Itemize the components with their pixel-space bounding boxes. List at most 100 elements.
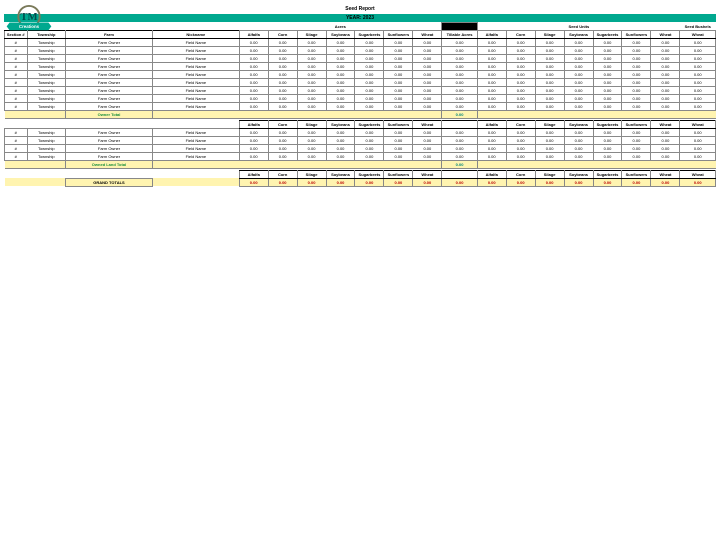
cell-farm: Farm Owner bbox=[66, 102, 153, 110]
col-corn-2: Corn bbox=[506, 170, 535, 178]
report-table: Acres Seed Units Seed Bushels Section #T… bbox=[4, 22, 716, 187]
grand-units: 0.00 bbox=[651, 178, 680, 186]
cell-acres: 0.00 bbox=[297, 102, 326, 110]
cell-pounds: 0.00 bbox=[651, 102, 680, 110]
cell-pounds: 0.00 bbox=[506, 46, 535, 54]
cell-section: # bbox=[5, 54, 28, 62]
cell-tillable: 0.00 bbox=[442, 86, 477, 94]
cell-pounds: 0.00 bbox=[477, 54, 506, 62]
cell-acres: 0.00 bbox=[326, 54, 355, 62]
cell-acres: 0.00 bbox=[268, 54, 297, 62]
group-bushels: Seed Bushels bbox=[680, 23, 716, 31]
cell-acres: 0.00 bbox=[297, 86, 326, 94]
cell-pounds: 0.00 bbox=[593, 128, 622, 136]
cell-bushels: 0.00 bbox=[680, 62, 716, 70]
col-sugarbeets-2: Sugarbeets bbox=[593, 30, 622, 38]
cell-bushels: 0.00 bbox=[680, 128, 716, 136]
cell-nickname: Field Name bbox=[152, 152, 239, 160]
col-sunflowers: Sunflowers bbox=[384, 30, 413, 38]
cell-pounds: 0.00 bbox=[564, 128, 593, 136]
cell-acres: 0.00 bbox=[413, 70, 442, 78]
cell-pounds: 0.00 bbox=[564, 152, 593, 160]
cell-pounds: 0.00 bbox=[622, 38, 651, 46]
cell-pounds: 0.00 bbox=[506, 78, 535, 86]
col-sunflowers: Sunflowers bbox=[384, 120, 413, 128]
cell-pounds: 0.00 bbox=[593, 144, 622, 152]
table-row: #TownshipFarm OwnerField Name0.000.000.0… bbox=[5, 70, 716, 78]
grand-acres: 0.00 bbox=[297, 178, 326, 186]
cell-pounds: 0.00 bbox=[477, 62, 506, 70]
cell-pounds: 0.00 bbox=[564, 144, 593, 152]
cell-pounds: 0.00 bbox=[651, 70, 680, 78]
col-wheat-bu: Wheat bbox=[680, 120, 716, 128]
cell-pounds: 0.00 bbox=[651, 128, 680, 136]
col-sunflowers-2: Sunflowers bbox=[622, 30, 651, 38]
table-row: #TownshipFarm OwnerField Name0.000.000.0… bbox=[5, 38, 716, 46]
cell-township: Township bbox=[27, 86, 66, 94]
col-wheat: Wheat bbox=[413, 120, 442, 128]
cell-pounds: 0.00 bbox=[593, 78, 622, 86]
cell-acres: 0.00 bbox=[355, 54, 384, 62]
cell-acres: 0.00 bbox=[355, 136, 384, 144]
cell-section: # bbox=[5, 86, 28, 94]
cell-pounds: 0.00 bbox=[651, 144, 680, 152]
cell-tillable: 0.00 bbox=[442, 152, 477, 160]
cell-pounds: 0.00 bbox=[477, 152, 506, 160]
grand-units: 0.00 bbox=[593, 178, 622, 186]
grand-tillable: 0.00 bbox=[442, 178, 477, 186]
cell-pounds: 0.00 bbox=[622, 70, 651, 78]
cell-acres: 0.00 bbox=[413, 54, 442, 62]
cell-section: # bbox=[5, 78, 28, 86]
cell-pounds: 0.00 bbox=[506, 102, 535, 110]
cell-nickname: Field Name bbox=[152, 144, 239, 152]
owned-land-total-value: 0.00 bbox=[442, 160, 477, 168]
cell-bushels: 0.00 bbox=[680, 86, 716, 94]
cell-pounds: 0.00 bbox=[535, 128, 564, 136]
col-alfalfa-2: Alfalfa bbox=[477, 30, 506, 38]
cell-acres: 0.00 bbox=[268, 144, 297, 152]
cell-farm: Farm Owner bbox=[66, 46, 153, 54]
cell-nickname: Field Name bbox=[152, 54, 239, 62]
cell-pounds: 0.00 bbox=[564, 94, 593, 102]
grand-bushels: 0.00 bbox=[680, 178, 716, 186]
cell-township: Township bbox=[27, 102, 66, 110]
cell-township: Township bbox=[27, 62, 66, 70]
cell-acres: 0.00 bbox=[268, 94, 297, 102]
cell-acres: 0.00 bbox=[297, 70, 326, 78]
cell-section: # bbox=[5, 128, 28, 136]
col-soybeans-2: Soybeans bbox=[564, 120, 593, 128]
col-sunflowers-2: Sunflowers bbox=[622, 170, 651, 178]
cell-township: Township bbox=[27, 38, 66, 46]
cell-nickname: Field Name bbox=[152, 102, 239, 110]
cell-pounds: 0.00 bbox=[535, 94, 564, 102]
cell-pounds: 0.00 bbox=[535, 38, 564, 46]
table-row: #TownshipFarm OwnerField Name0.000.000.0… bbox=[5, 152, 716, 160]
cell-acres: 0.00 bbox=[297, 94, 326, 102]
cell-pounds: 0.00 bbox=[622, 136, 651, 144]
col-soybeans-2: Soybeans bbox=[564, 30, 593, 38]
cell-acres: 0.00 bbox=[326, 94, 355, 102]
cell-pounds: 0.00 bbox=[593, 70, 622, 78]
cell-pounds: 0.00 bbox=[651, 86, 680, 94]
cell-acres: 0.00 bbox=[297, 62, 326, 70]
cell-acres: 0.00 bbox=[268, 46, 297, 54]
cell-acres: 0.00 bbox=[384, 136, 413, 144]
cell-pounds: 0.00 bbox=[477, 94, 506, 102]
col-wheat-bu: Wheat bbox=[680, 30, 716, 38]
col-soybeans: Soybeans bbox=[326, 120, 355, 128]
cell-pounds: 0.00 bbox=[622, 62, 651, 70]
cell-pounds: 0.00 bbox=[564, 86, 593, 94]
col-corn: Corn bbox=[268, 170, 297, 178]
cell-acres: 0.00 bbox=[384, 152, 413, 160]
cell-pounds: 0.00 bbox=[593, 86, 622, 94]
cell-tillable: 0.00 bbox=[442, 94, 477, 102]
cell-acres: 0.00 bbox=[239, 128, 268, 136]
cell-pounds: 0.00 bbox=[622, 94, 651, 102]
cell-acres: 0.00 bbox=[326, 38, 355, 46]
cell-acres: 0.00 bbox=[268, 152, 297, 160]
cell-pounds: 0.00 bbox=[593, 136, 622, 144]
cell-acres: 0.00 bbox=[355, 94, 384, 102]
cell-acres: 0.00 bbox=[384, 54, 413, 62]
cell-pounds: 0.00 bbox=[535, 46, 564, 54]
cell-acres: 0.00 bbox=[326, 86, 355, 94]
